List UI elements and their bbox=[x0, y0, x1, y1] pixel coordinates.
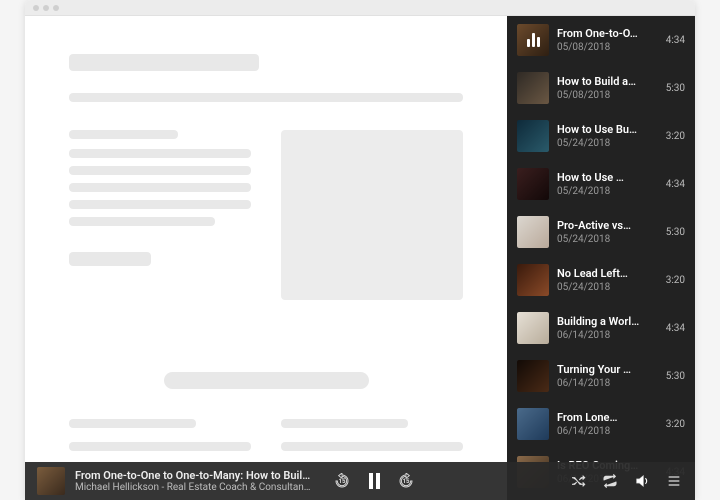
episode-duration: 4:34 bbox=[666, 179, 685, 190]
episode-date: 05/24/2018 bbox=[557, 234, 658, 245]
skeleton-button bbox=[69, 252, 151, 266]
episode-thumbnail bbox=[517, 360, 549, 392]
skeleton-pill bbox=[164, 372, 369, 389]
skeleton-line bbox=[281, 419, 408, 428]
skeleton-line bbox=[69, 166, 251, 175]
skip-forward-label: 15 bbox=[403, 478, 410, 485]
skeleton-heading bbox=[69, 54, 259, 71]
episode-date: 06/14/2018 bbox=[557, 378, 658, 389]
episode-row[interactable]: From One-to-O… 05/08/2018 4:34 bbox=[507, 16, 695, 64]
episode-duration: 4:34 bbox=[666, 35, 685, 46]
skeleton-line bbox=[69, 442, 251, 451]
episode-row[interactable]: How to Use … 05/24/2018 4:34 bbox=[507, 160, 695, 208]
shuffle-button[interactable] bbox=[569, 472, 587, 490]
skeleton-line bbox=[69, 183, 251, 192]
episode-thumbnail bbox=[517, 408, 549, 440]
episode-title: Turning Your … bbox=[557, 363, 655, 376]
main-content-skeleton bbox=[25, 16, 507, 500]
episode-duration: 5:30 bbox=[666, 83, 685, 94]
now-playing-title: From One-to-One to One-to-Many: How to B… bbox=[75, 469, 313, 482]
episode-date: 05/08/2018 bbox=[557, 90, 658, 101]
repeat-button[interactable] bbox=[601, 472, 619, 490]
episode-title: How to Use Bu… bbox=[557, 123, 655, 136]
skeleton-line bbox=[281, 442, 463, 451]
episode-title: From Lone… bbox=[557, 411, 655, 424]
skeleton-line bbox=[69, 217, 215, 226]
episode-thumbnail bbox=[517, 24, 549, 56]
app-window: From One-to-O… 05/08/2018 4:34 How to Build… bbox=[25, 0, 695, 500]
skeleton-line bbox=[69, 93, 463, 102]
episode-title: How to Use … bbox=[557, 171, 655, 184]
skeleton-line bbox=[69, 419, 196, 428]
secondary-controls bbox=[569, 472, 683, 490]
now-playing-subtitle: Michael Hellickson - Real Estate Coach &… bbox=[75, 482, 313, 493]
now-playing-thumbnail bbox=[37, 467, 65, 495]
skeleton-image bbox=[281, 130, 463, 300]
window-titlebar bbox=[25, 0, 695, 16]
traffic-light-max[interactable] bbox=[53, 5, 59, 11]
playlist-button[interactable] bbox=[665, 472, 683, 490]
episode-thumbnail bbox=[517, 312, 549, 344]
skip-back-label: 15 bbox=[339, 478, 346, 485]
episode-thumbnail bbox=[517, 216, 549, 248]
now-playing-text: From One-to-One to One-to-Many: How to B… bbox=[75, 469, 313, 493]
episode-title: From One-to-O… bbox=[557, 27, 655, 40]
episode-thumbnail bbox=[517, 264, 549, 296]
episode-thumbnail bbox=[517, 120, 549, 152]
episode-thumbnail bbox=[517, 168, 549, 200]
skip-forward-button[interactable]: 15 bbox=[397, 472, 415, 490]
volume-button[interactable] bbox=[633, 472, 651, 490]
episode-thumbnail bbox=[517, 72, 549, 104]
episode-row[interactable]: Turning Your … 06/14/2018 5:30 bbox=[507, 352, 695, 400]
episode-title: How to Build a… bbox=[557, 75, 655, 88]
episode-title: No Lead Left… bbox=[557, 267, 655, 280]
episode-date: 05/24/2018 bbox=[557, 138, 658, 149]
episode-duration: 3:20 bbox=[666, 275, 685, 286]
traffic-light-close[interactable] bbox=[33, 5, 39, 11]
episode-date: 05/24/2018 bbox=[557, 186, 658, 197]
episode-row[interactable]: From Lone… 06/14/2018 3:20 bbox=[507, 400, 695, 448]
episode-row[interactable]: How to Use Bu… 05/24/2018 3:20 bbox=[507, 112, 695, 160]
episode-duration: 3:20 bbox=[666, 419, 685, 430]
episode-sidebar[interactable]: From One-to-O… 05/08/2018 4:34 How to Build… bbox=[507, 16, 695, 500]
playback-controls: 15 15 bbox=[333, 472, 415, 490]
episode-duration: 5:30 bbox=[666, 227, 685, 238]
episode-duration: 4:34 bbox=[666, 323, 685, 334]
episode-row[interactable]: Building a Worl… 06/14/2018 4:34 bbox=[507, 304, 695, 352]
episode-row[interactable]: How to Build a… 05/08/2018 5:30 bbox=[507, 64, 695, 112]
episode-row[interactable]: Pro-Active vs… 05/24/2018 5:30 bbox=[507, 208, 695, 256]
skeleton-line bbox=[69, 130, 178, 139]
episode-date: 05/24/2018 bbox=[557, 282, 658, 293]
traffic-light-min[interactable] bbox=[43, 5, 49, 11]
skeleton-line bbox=[69, 200, 251, 209]
player-bar: From One-to-One to One-to-Many: How to B… bbox=[25, 462, 695, 500]
episode-date: 06/14/2018 bbox=[557, 426, 658, 437]
episode-title: Building a Worl… bbox=[557, 315, 655, 328]
now-playing-indicator-icon bbox=[527, 33, 540, 47]
pause-button[interactable] bbox=[367, 472, 381, 490]
episode-title: Pro-Active vs… bbox=[557, 219, 655, 232]
episode-duration: 5:30 bbox=[666, 371, 685, 382]
episode-row[interactable]: No Lead Left… 05/24/2018 3:20 bbox=[507, 256, 695, 304]
episode-date: 06/14/2018 bbox=[557, 330, 658, 341]
skeleton-line bbox=[69, 149, 251, 158]
episode-date: 05/08/2018 bbox=[557, 42, 658, 53]
skip-back-button[interactable]: 15 bbox=[333, 472, 351, 490]
episode-duration: 3:20 bbox=[666, 131, 685, 142]
